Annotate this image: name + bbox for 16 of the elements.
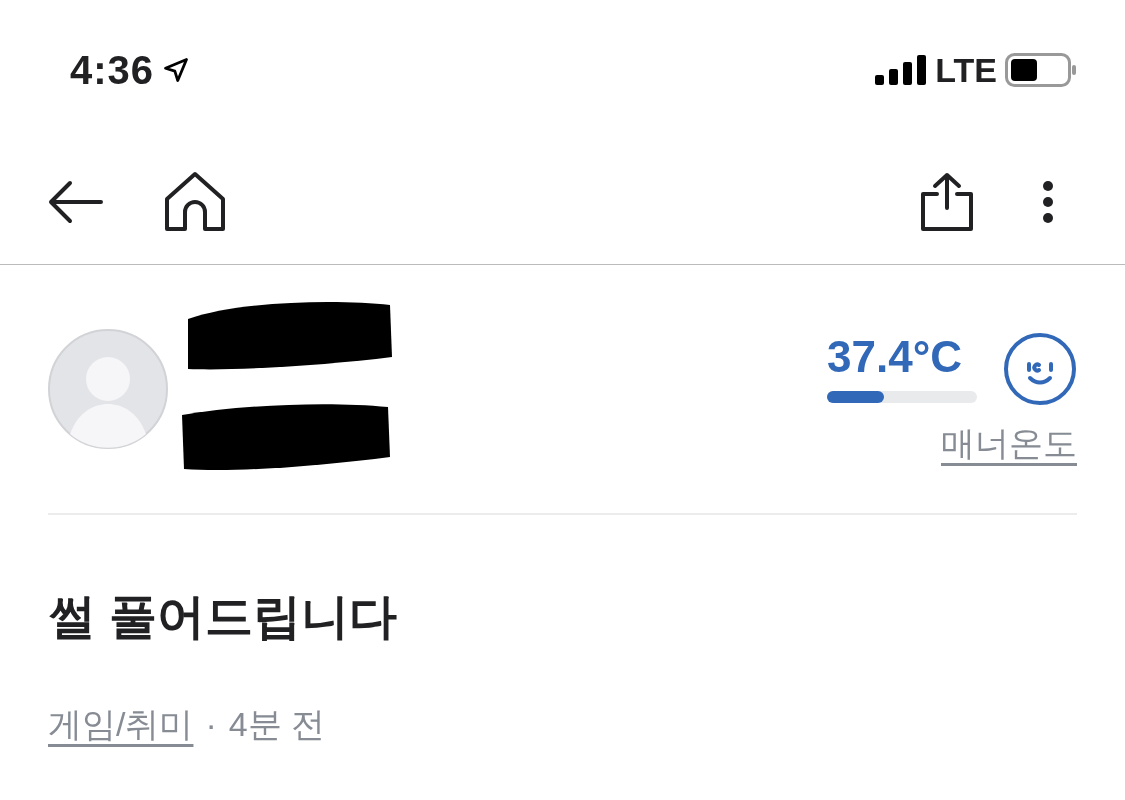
signal-icon <box>875 55 928 85</box>
back-arrow-icon[interactable] <box>48 180 104 224</box>
manner-temperature-link[interactable]: 매너온도 <box>941 417 1077 469</box>
category-link[interactable]: 게임/취미 <box>48 699 194 750</box>
separator-dot: · <box>205 704 217 745</box>
post-title: 썰 풀어드립니다 <box>48 593 399 641</box>
location-arrow-icon <box>162 56 191 84</box>
smiley-face-icon <box>1003 331 1077 406</box>
status-time: 4:36 <box>70 47 155 94</box>
share-icon[interactable] <box>919 172 975 232</box>
battery-icon <box>1005 53 1077 87</box>
network-label: LTE <box>935 49 997 91</box>
post-time: 4분 전 <box>228 704 326 745</box>
more-options-icon[interactable] <box>1043 181 1053 223</box>
home-icon[interactable] <box>164 171 226 233</box>
manner-temperature: 37.4°C <box>827 334 963 379</box>
